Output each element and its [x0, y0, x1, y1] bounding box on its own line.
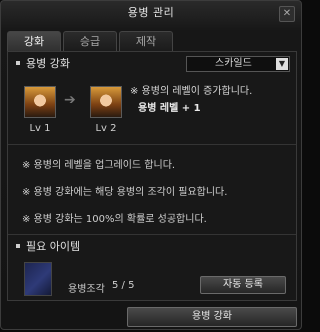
divider	[8, 144, 296, 145]
item-slot-mercenary-shard[interactable]	[24, 262, 52, 296]
required-section-header: 필요 아이템	[14, 238, 80, 256]
mercenary-window: 용병 관리 ✕ 강화 승급 제작 용병 강화 스카일드 ▼ Lv 1 ➔ Lv …	[0, 0, 302, 330]
item-count: 5 / 5	[112, 280, 135, 291]
note-line: ※ 용병의 레벨을 업그레이드 합니다.	[22, 160, 176, 171]
mercenary-portrait-next	[90, 86, 122, 118]
mercenary-select[interactable]: 스카일드 ▼	[186, 56, 290, 72]
auto-register-button[interactable]: 자동 등록	[200, 276, 286, 294]
arrow-right-icon: ➔	[64, 92, 76, 108]
note-line: ※ 용병 강화는 100%의 확률로 성공합니다.	[22, 214, 207, 225]
tab-promote[interactable]: 승급	[63, 31, 117, 51]
enhance-section-title: 용병 강화	[26, 57, 70, 70]
divider	[8, 234, 296, 235]
window-title: 용병 관리	[127, 6, 175, 19]
mercenary-portrait-current	[24, 86, 56, 118]
effect-description: ※ 용병의 레벨이 증가합니다.	[130, 86, 253, 97]
required-section-title: 필요 아이템	[26, 240, 81, 253]
item-name: 용병조각	[68, 284, 105, 295]
chevron-down-icon[interactable]: ▼	[276, 58, 288, 70]
bullet-icon	[16, 61, 20, 65]
note-line: ※ 용병 강화에는 해당 용병의 조각이 필요합니다.	[22, 187, 228, 198]
enhance-panel: 용병 강화 스카일드 ▼ Lv 1 ➔ Lv 2 ※ 용병의 레벨이 증가합니다…	[7, 51, 297, 301]
enhance-section-header: 용병 강화	[14, 55, 70, 73]
enhance-mercenary-button[interactable]: 용병 강화	[127, 307, 297, 327]
next-level: Lv 2	[95, 123, 117, 134]
bullet-icon	[16, 244, 20, 248]
current-level: Lv 1	[29, 123, 51, 134]
tab-bar: 강화 승급 제작	[7, 31, 173, 51]
mercenary-select-value: 스카일드	[215, 58, 252, 69]
tab-craft[interactable]: 제작	[119, 31, 173, 51]
close-icon[interactable]: ✕	[279, 6, 295, 22]
effect-value: 용병 레벨 + 1	[138, 103, 201, 114]
tab-enhance[interactable]: 강화	[7, 31, 61, 51]
